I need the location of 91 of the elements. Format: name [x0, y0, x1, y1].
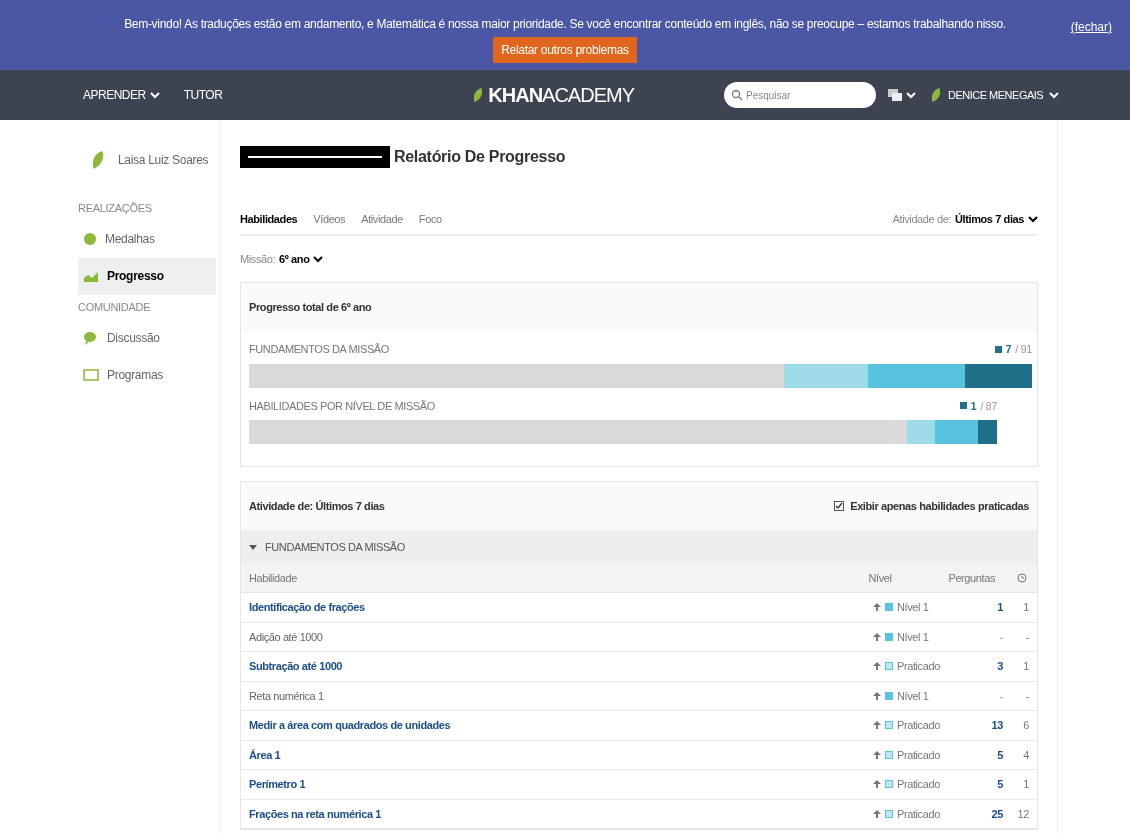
question-count[interactable]: 1 — [963, 599, 1003, 616]
close-link[interactable]: (fechar) — [1070, 18, 1112, 36]
practiced-only-checkbox[interactable]: Exibir apenas habilidades praticadas — [834, 497, 1029, 515]
time-value: 6 — [1022, 718, 1029, 733]
skill-link[interactable]: Área 1 — [249, 746, 873, 763]
group-header[interactable]: FUNDAMENTOS DA MISSÃO — [241, 530, 1037, 564]
question-count[interactable]: 5 — [963, 746, 1003, 763]
medal-icon — [83, 232, 97, 246]
skill-name: Reta numérica 1 — [249, 688, 325, 704]
skill-link[interactable]: Subtração até 1000 — [249, 658, 873, 675]
user-menu[interactable]: DENICE MENEGAIS — [930, 86, 1060, 104]
messages-icon[interactable] — [888, 89, 902, 101]
student-name: Laisa Luiz Soares — [118, 152, 209, 169]
arrow-up-icon — [873, 691, 881, 700]
chevron-down-icon — [1028, 214, 1038, 225]
skill-name: Adição até 1000 — [249, 629, 324, 645]
level-text: Praticado — [897, 659, 940, 674]
arrow-up-icon — [873, 632, 881, 641]
time-value: 1 — [1022, 777, 1029, 792]
column-header: Nível — [868, 570, 893, 586]
level-text: Praticado — [897, 747, 940, 763]
sidebar-item[interactable]: Medalhas — [78, 220, 216, 258]
clock-icon — [1017, 573, 1027, 583]
level-text: Praticado — [897, 777, 940, 792]
logo[interactable]: KHANACADEMY — [472, 80, 634, 110]
nav-link[interactable]: TUTOR — [183, 86, 223, 104]
arrow-up-icon — [873, 809, 881, 818]
skill-link[interactable]: Medir a área com quadrados de unidades — [249, 717, 873, 734]
page-title: Relatório De Progresso — [394, 147, 566, 167]
question-count[interactable]: 5 — [963, 776, 1003, 793]
activity-card-title: Atividade de: Últimos 7 dias — [249, 498, 385, 514]
level-text: Praticado — [897, 806, 940, 822]
progress-count: 1 / 87 — [959, 397, 997, 414]
sidebar-section-title: COMUNIDADE — [78, 299, 152, 315]
arrow-up-icon — [873, 750, 881, 759]
progress-bar-label: HABILIDADES POR NÍVEL DE MISSÃO — [249, 398, 435, 414]
sidebar-item[interactable]: Programas — [78, 356, 216, 393]
arrow-up-icon — [873, 603, 881, 612]
search-icon — [731, 89, 743, 101]
time-value: - — [1024, 629, 1029, 645]
level-text: Praticado — [897, 718, 940, 733]
question-count[interactable]: 3 — [963, 658, 1003, 675]
question-count[interactable]: 25 — [963, 805, 1003, 822]
sidebar-item[interactable]: Progresso — [78, 257, 216, 295]
banner-message: Bem-vindo! As traduções estão em andamento, e Matemática é nossa maior prioridade. Se você encontrar conteúdo em inglês, não se preocupe – estamos trabalhando nisso. — [124, 16, 1006, 33]
question-count: - — [998, 688, 1003, 704]
logo-text: KHANACADEMY — [488, 83, 634, 108]
mission-label: Missão: — [240, 251, 276, 267]
tab[interactable]: Atividade — [361, 211, 403, 228]
time-value: 1 — [1022, 659, 1029, 674]
time-value: 12 — [1016, 806, 1029, 822]
arrow-up-icon — [873, 662, 881, 671]
sidebar-section-title: REALIZAÇÕES — [78, 201, 153, 216]
skill-link[interactable]: Perímetro 1 — [249, 776, 873, 793]
activity-period-label: Atividade de: — [892, 212, 951, 227]
level-text: Nível 1 — [897, 629, 929, 645]
chevron-down-icon — [906, 90, 916, 100]
caret-icon — [249, 543, 257, 551]
level-text: Nível 1 — [897, 688, 929, 704]
progress-card-title: Progresso total de 6º ano — [241, 283, 1037, 331]
leaf-icon — [930, 87, 942, 103]
activity-period-dropdown[interactable]: Últimos 7 dias — [955, 211, 1038, 228]
chevron-down-icon — [149, 90, 160, 100]
skill-link[interactable]: Frações na reta numérica 1 — [249, 805, 873, 822]
tab[interactable]: Foco — [418, 211, 442, 228]
screen-icon — [83, 368, 99, 381]
tab[interactable]: Habilidades — [240, 211, 298, 228]
search-field[interactable]: Pesquisar — [724, 82, 876, 108]
sidebar-item[interactable]: Discussão — [78, 319, 216, 356]
chat-icon — [83, 330, 99, 345]
progress-count: 7 / 91 — [994, 341, 1032, 358]
time-value: 4 — [1022, 747, 1029, 763]
column-header: Habilidade — [249, 570, 298, 586]
chevron-down-icon — [313, 253, 324, 264]
question-count: - — [998, 629, 1003, 645]
question-count[interactable]: 13 — [963, 717, 1003, 734]
nav-menu-item[interactable]: APRENDER — [83, 86, 160, 104]
time-value: - — [1024, 688, 1029, 704]
check-icon — [835, 502, 844, 510]
arrow-up-icon — [873, 780, 881, 789]
mission-dropdown[interactable]: 6º ano — [279, 250, 324, 267]
progress-bar-label: FUNDAMENTOS DA MISSÃO — [249, 342, 389, 357]
leaf-icon — [472, 87, 485, 103]
leaf-icon — [90, 150, 106, 170]
tab[interactable]: Vídeos — [313, 211, 346, 228]
time-value: 1 — [1022, 600, 1029, 615]
level-text: Nível 1 — [897, 600, 929, 615]
chevron-down-icon — [1049, 90, 1060, 100]
column-header: Perguntas — [948, 570, 995, 586]
skill-link[interactable]: Identificação de frações — [249, 599, 873, 616]
arrow-up-icon — [873, 721, 881, 730]
